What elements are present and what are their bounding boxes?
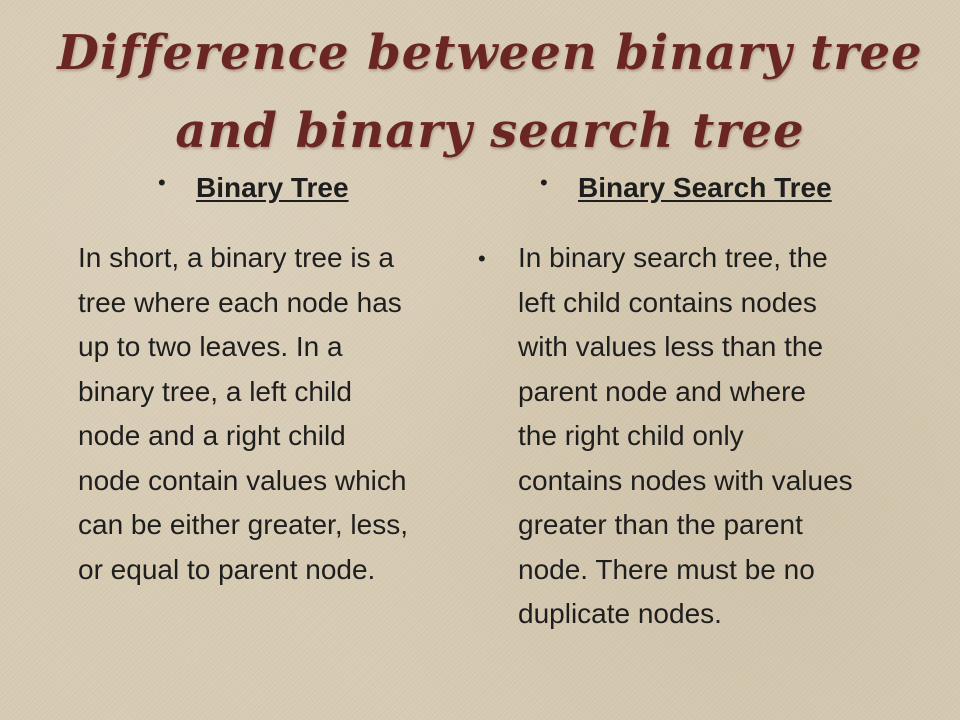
left-heading-row: • Binary Tree xyxy=(78,168,478,212)
binary-tree-heading: Binary Tree xyxy=(196,172,349,203)
right-column: • Binary Search Tree In binary search tr… xyxy=(518,168,928,629)
right-heading-row: • Binary Search Tree xyxy=(518,168,928,212)
slide-title: Difference between binary tree and binar… xyxy=(57,25,923,159)
slide: Difference between binary tree and binar… xyxy=(0,0,960,720)
binary-search-tree-heading: Binary Search Tree xyxy=(578,172,832,203)
binary-search-tree-description: In binary search tree, the left child co… xyxy=(518,242,853,629)
bullet-icon: • xyxy=(540,170,548,195)
bullet-icon: • xyxy=(158,170,166,195)
bullet-icon: • xyxy=(478,246,486,271)
binary-tree-description: In short, a binary tree is a tree where … xyxy=(78,242,408,585)
left-column: • Binary Tree In short, a binary tree is… xyxy=(78,168,478,585)
